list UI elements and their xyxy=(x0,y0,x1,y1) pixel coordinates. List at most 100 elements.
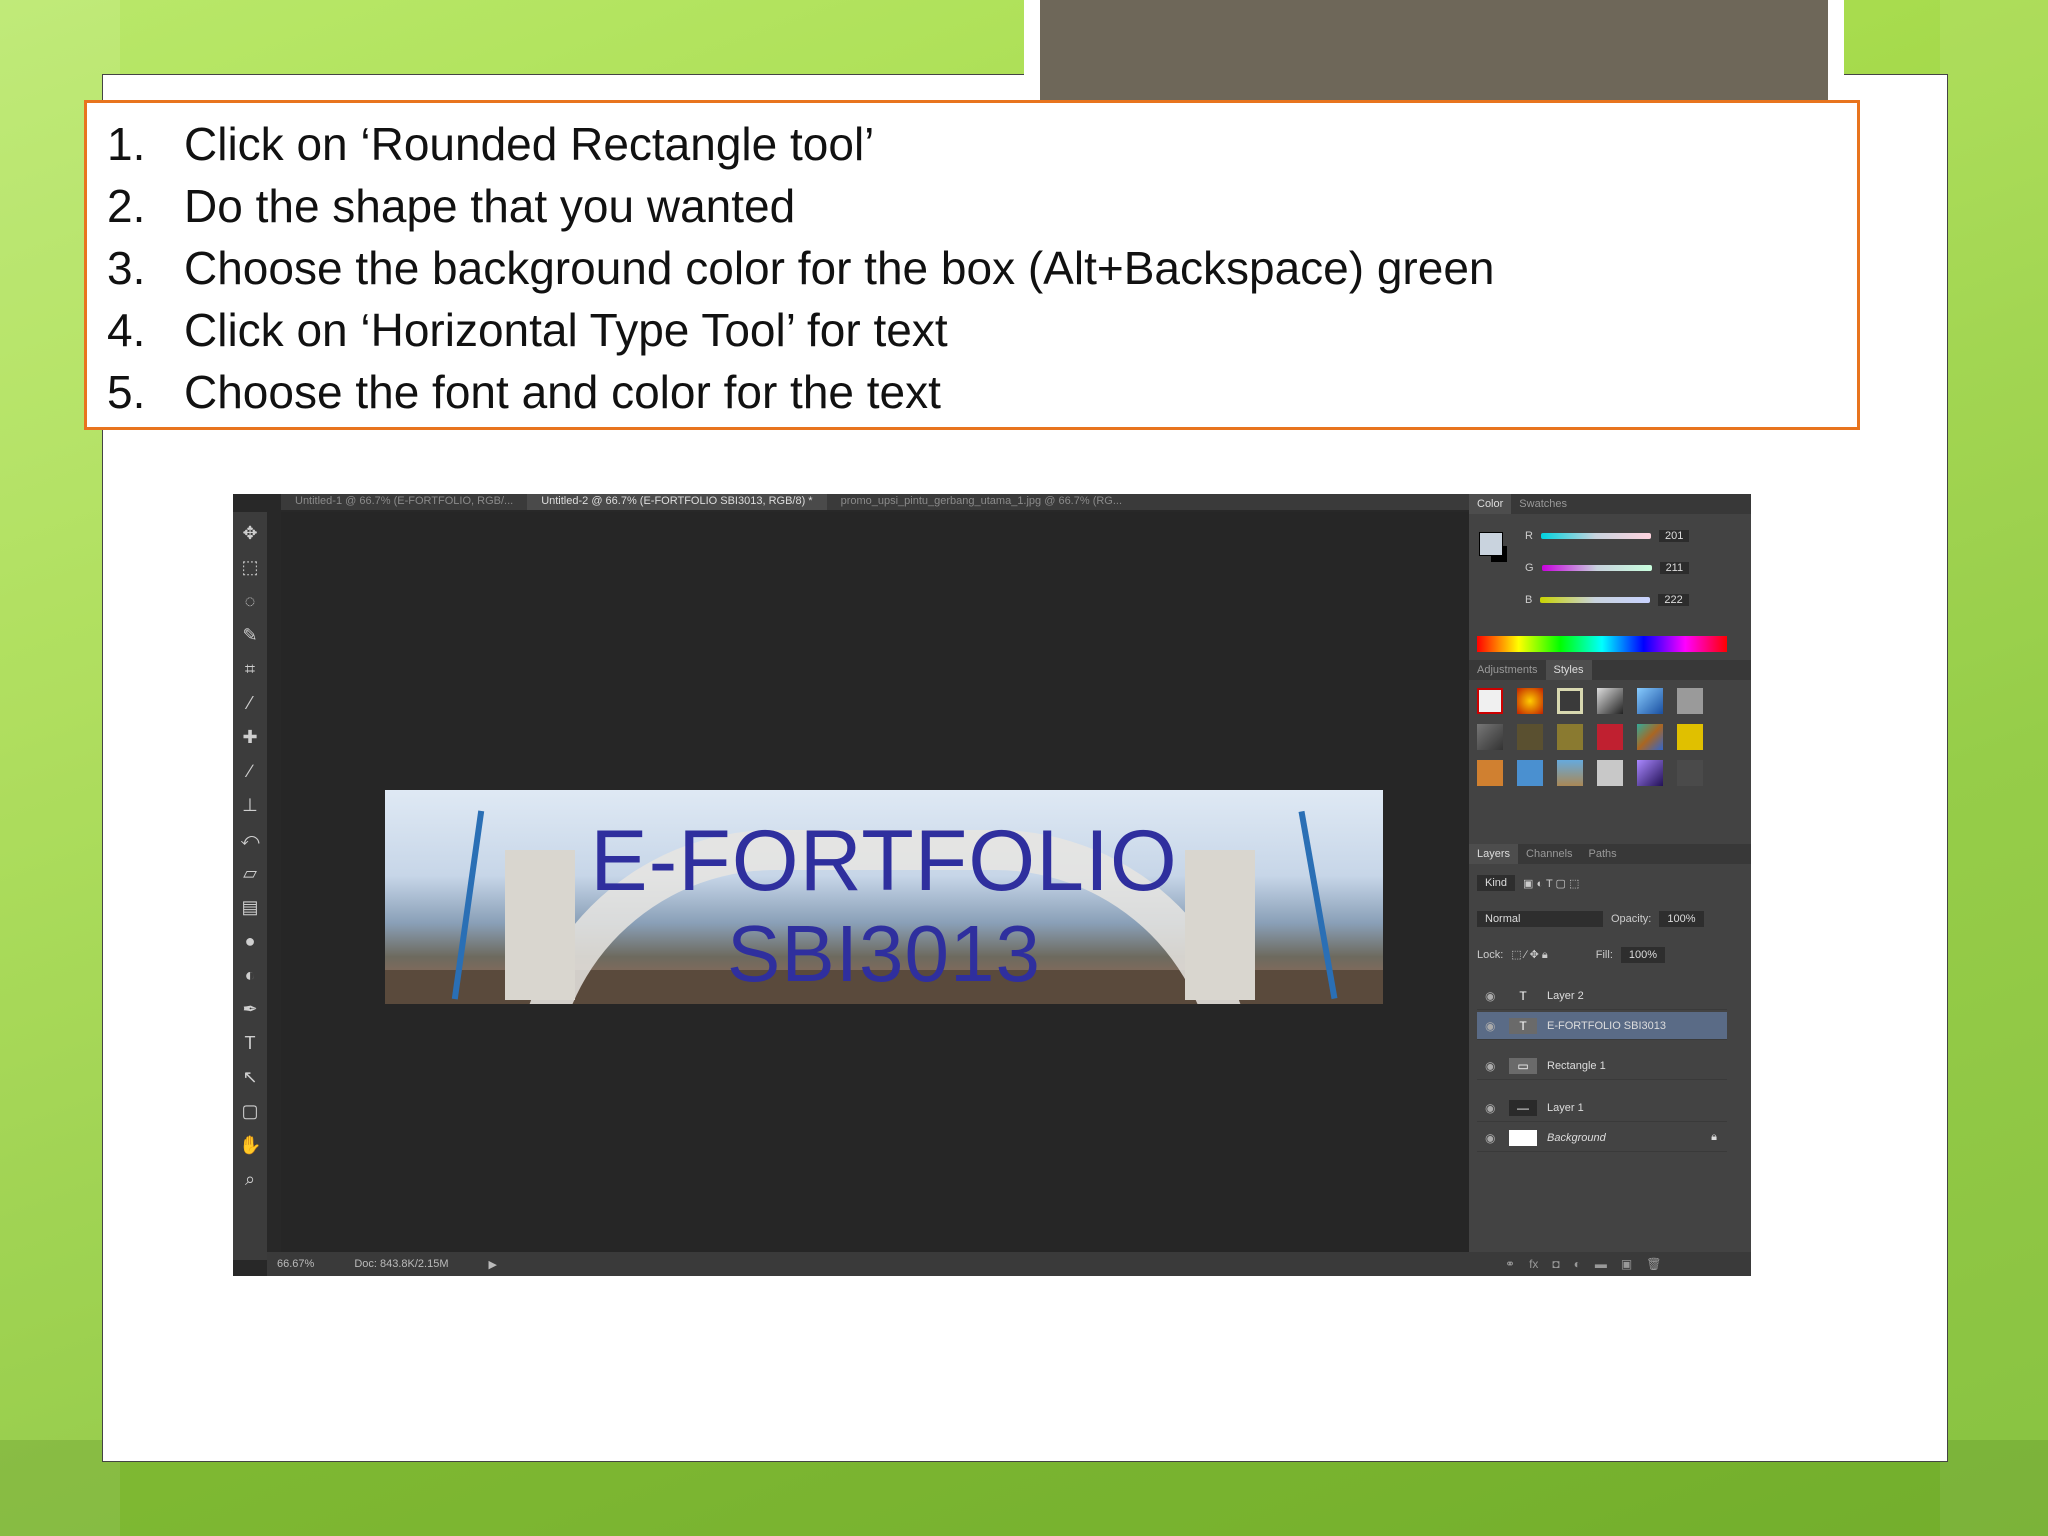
tab-color[interactable]: Color xyxy=(1469,494,1512,514)
lasso-tool-icon[interactable]: ◌ xyxy=(239,588,261,614)
style-swatch[interactable] xyxy=(1557,688,1583,714)
visibility-eye-icon[interactable]: ◉ xyxy=(1485,989,1499,1003)
banner-title-line2: SBI3013 xyxy=(727,909,1041,998)
new-layer-icon[interactable]: ▣ xyxy=(1621,1257,1632,1271)
history-brush-tool-icon[interactable]: ⤺ xyxy=(239,826,261,852)
opacity-label: Opacity: xyxy=(1611,913,1652,925)
red-slider[interactable]: R 201 xyxy=(1525,528,1735,544)
move-tool-icon[interactable]: ✥ xyxy=(239,520,261,546)
banner-image[interactable]: E-FORTFOLIO SBI3013 xyxy=(385,790,1383,1004)
delete-layer-icon[interactable]: 🗑︎ xyxy=(1646,1257,1661,1271)
tab-swatches[interactable]: Swatches xyxy=(1511,498,1575,510)
new-group-icon[interactable]: ▬ xyxy=(1595,1257,1607,1271)
style-swatch[interactable] xyxy=(1557,760,1583,786)
style-swatch[interactable] xyxy=(1677,724,1703,750)
style-swatch[interactable] xyxy=(1637,760,1663,786)
tab-styles[interactable]: Styles xyxy=(1545,660,1592,680)
layer-name: Layer 2 xyxy=(1547,989,1584,1002)
gradient-tool-icon[interactable]: ▤ xyxy=(239,894,261,920)
zoom-tool-icon[interactable]: ⌕ xyxy=(239,1166,261,1192)
style-swatch[interactable] xyxy=(1597,724,1623,750)
style-swatch[interactable] xyxy=(1597,688,1623,714)
style-swatch-none[interactable] xyxy=(1477,688,1503,714)
styles-panel-tabs: Adjustments Styles xyxy=(1469,660,1751,680)
quick-select-tool-icon[interactable]: ✎ xyxy=(239,622,261,648)
canvas-area[interactable]: E-FORTFOLIO SBI3013 xyxy=(281,512,1641,1252)
blue-value[interactable]: 222 xyxy=(1658,594,1689,606)
filter-icons[interactable]: ▣ ◐ T ▢ ⬚ xyxy=(1523,877,1579,890)
lock-icons[interactable]: ⬚ ∕ ✥ 🔒︎ xyxy=(1511,948,1547,962)
layer-filter-row: Kind ▣ ◐ T ▢ ⬚ xyxy=(1477,872,1579,894)
visibility-eye-icon[interactable]: ◉ xyxy=(1485,1019,1499,1033)
fill-value[interactable]: 100% xyxy=(1620,947,1666,963)
style-swatch[interactable] xyxy=(1557,724,1583,750)
instruction-text: Choose the font and color for the text xyxy=(184,366,941,418)
instruction-item: 5. Choose the font and color for the text xyxy=(107,361,1857,423)
green-value[interactable]: 211 xyxy=(1659,562,1690,574)
style-swatch[interactable] xyxy=(1597,760,1623,786)
layer-thumb: T xyxy=(1509,1017,1537,1034)
color-panel: Color Swatches R 201 G 211 B 222 xyxy=(1469,494,1751,654)
hand-tool-icon[interactable]: ✋ xyxy=(239,1132,261,1158)
tab-layers[interactable]: Layers xyxy=(1469,844,1519,864)
tab-channels[interactable]: Channels xyxy=(1518,848,1580,860)
eyedropper-tool-icon[interactable]: ⁄ xyxy=(239,690,261,716)
dodge-tool-icon[interactable]: ◐ xyxy=(239,962,261,988)
blur-tool-icon[interactable]: ● xyxy=(239,928,261,954)
style-swatch[interactable] xyxy=(1637,688,1663,714)
eraser-tool-icon[interactable]: ▱ xyxy=(239,860,261,886)
style-swatch[interactable] xyxy=(1477,760,1503,786)
style-swatch[interactable] xyxy=(1517,724,1543,750)
document-tab[interactable]: Untitled-1 @ 66.7% (E-FORTFOLIO, RGB/... xyxy=(281,494,527,510)
clone-stamp-tool-icon[interactable]: ⊥ xyxy=(239,792,261,818)
visibility-eye-icon[interactable]: ◉ xyxy=(1485,1131,1499,1145)
rounded-rectangle-tool-icon[interactable]: ▢ xyxy=(239,1098,261,1124)
pen-tool-icon[interactable]: ✒ xyxy=(239,996,261,1022)
style-swatch[interactable] xyxy=(1637,724,1663,750)
layer-row[interactable]: ◉ T Layer 2 xyxy=(1477,982,1727,1010)
adjustment-layer-icon[interactable]: ◐ xyxy=(1574,1257,1581,1271)
background-shape-right xyxy=(1940,0,2048,1536)
add-mask-icon[interactable]: ◘ xyxy=(1552,1257,1559,1271)
lock-icon: 🔒︎ xyxy=(1711,1131,1717,1143)
slide-title-block xyxy=(1024,0,1844,102)
layer-row[interactable]: ◉ ▭ Rectangle 1 xyxy=(1477,1052,1727,1080)
opacity-value[interactable]: 100% xyxy=(1659,911,1704,927)
style-swatch[interactable] xyxy=(1517,688,1543,714)
link-layers-icon[interactable]: ⚭ xyxy=(1505,1257,1515,1271)
red-value[interactable]: 201 xyxy=(1658,530,1690,542)
style-swatch[interactable] xyxy=(1677,760,1703,786)
marquee-tool-icon[interactable]: ⬚ xyxy=(239,554,261,580)
document-tab[interactable]: promo_upsi_pintu_gerbang_utama_1.jpg @ 6… xyxy=(827,494,1136,510)
zoom-level[interactable]: 66.67% xyxy=(277,1258,314,1270)
status-menu-arrow-icon[interactable]: ▶ xyxy=(488,1258,496,1271)
layer-row[interactable]: ◉ Background 🔒︎ xyxy=(1477,1124,1727,1152)
style-swatch[interactable] xyxy=(1517,760,1543,786)
styles-grid xyxy=(1477,688,1709,786)
foreground-color-swatch[interactable] xyxy=(1479,532,1503,556)
healing-brush-tool-icon[interactable]: ✚ xyxy=(239,724,261,750)
horizontal-type-tool-icon[interactable]: T xyxy=(239,1030,261,1056)
layer-row-selected[interactable]: ◉ T E-FORTFOLIO SBI3013 xyxy=(1477,1012,1727,1040)
style-swatch[interactable] xyxy=(1477,724,1503,750)
right-panels: Color Swatches R 201 G 211 B 222 Adjustm… xyxy=(1469,494,1751,1276)
layer-thumb: T xyxy=(1519,988,1527,1003)
green-slider[interactable]: G 211 xyxy=(1525,560,1735,576)
fx-icon[interactable]: fx xyxy=(1529,1257,1538,1271)
fill-label: Fill: xyxy=(1595,949,1613,961)
visibility-eye-icon[interactable]: ◉ xyxy=(1485,1059,1499,1073)
blue-slider[interactable]: B 222 xyxy=(1525,592,1735,608)
brush-tool-icon[interactable]: ∕ xyxy=(239,758,261,784)
color-spectrum-ramp[interactable] xyxy=(1477,636,1727,652)
path-selection-tool-icon[interactable]: ↖ xyxy=(239,1064,261,1090)
document-tab-active[interactable]: Untitled-2 @ 66.7% (E-FORTFOLIO SBI3013,… xyxy=(527,494,827,510)
crop-tool-icon[interactable]: ⌗ xyxy=(239,656,261,682)
tab-adjustments[interactable]: Adjustments xyxy=(1469,664,1546,676)
layer-kind-select[interactable]: Kind xyxy=(1477,875,1516,891)
tab-paths[interactable]: Paths xyxy=(1581,848,1625,860)
blend-mode-select[interactable]: Normal xyxy=(1477,911,1603,927)
layer-row[interactable]: ◉ — Layer 1 xyxy=(1477,1094,1727,1122)
layer-thumb: ▭ xyxy=(1509,1057,1537,1074)
visibility-eye-icon[interactable]: ◉ xyxy=(1485,1101,1499,1115)
style-swatch[interactable] xyxy=(1677,688,1703,714)
